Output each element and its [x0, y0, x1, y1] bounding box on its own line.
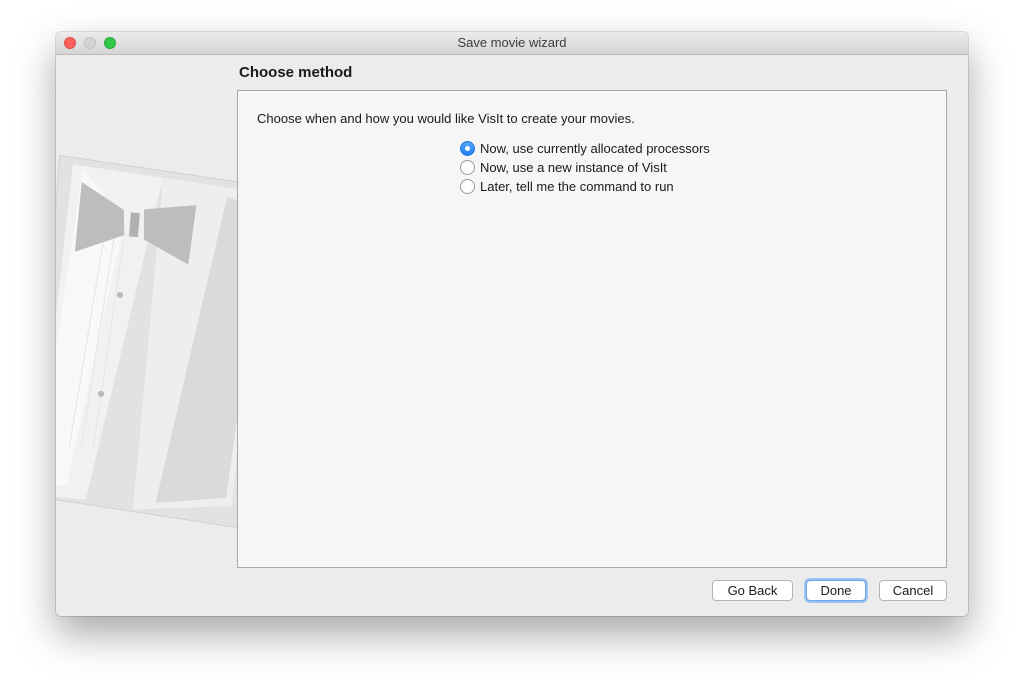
title-bar[interactable]: Save movie wizard: [56, 32, 968, 55]
option-label: Now, use currently allocated processors: [480, 140, 710, 156]
option-current-processors[interactable]: Now, use currently allocated processors: [460, 139, 710, 157]
radio-button-selected[interactable]: [460, 140, 475, 156]
cancel-button[interactable]: Cancel: [879, 580, 947, 601]
option-label: Now, use a new instance of VisIt: [480, 159, 667, 175]
radio-button[interactable]: [460, 178, 475, 194]
method-panel: Choose when and how you would like VisIt…: [237, 90, 947, 568]
option-later-command[interactable]: Later, tell me the command to run: [460, 177, 674, 195]
option-new-instance[interactable]: Now, use a new instance of VisIt: [460, 158, 667, 176]
instruction-text: Choose when and how you would like VisIt…: [257, 111, 635, 126]
page-title: Choose method: [239, 64, 353, 81]
option-label: Later, tell me the command to run: [480, 178, 674, 194]
done-button[interactable]: Done: [806, 580, 866, 601]
radio-button[interactable]: [460, 159, 475, 175]
wizard-window: Save movie wizard Choose method Choose w…: [56, 32, 968, 616]
go-back-button[interactable]: Go Back: [712, 580, 793, 601]
window-title: Save movie wizard: [457, 35, 567, 50]
